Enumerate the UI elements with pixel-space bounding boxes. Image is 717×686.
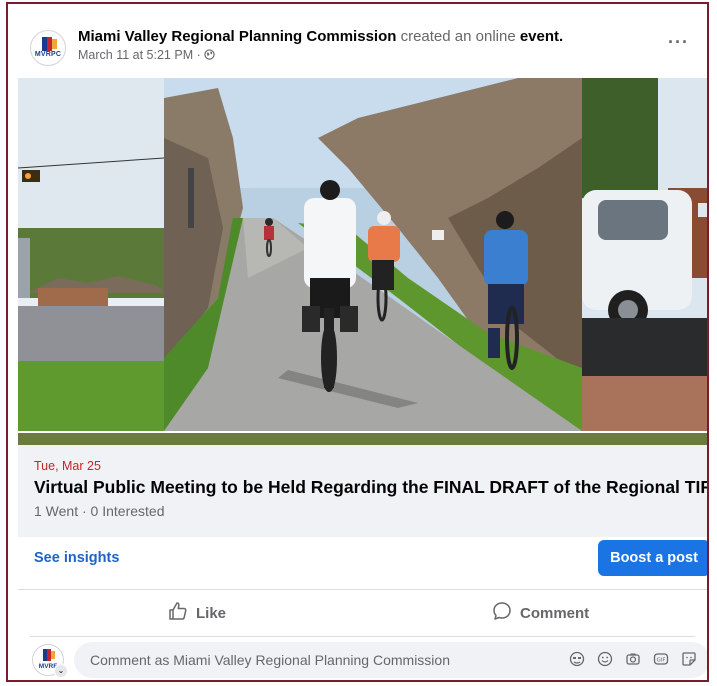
comment-button[interactable]: Comment: [492, 590, 589, 636]
event-stats: 1 Went · 0 Interested: [34, 503, 165, 519]
globe-icon: [204, 48, 215, 62]
camera-icon[interactable]: [624, 650, 642, 668]
emoji-icon[interactable]: [596, 650, 614, 668]
mvrpc-logo-mark: [43, 649, 55, 661]
event-info[interactable]: Tue, Mar 25 Virtual Public Meeting to be…: [18, 445, 707, 537]
action-object[interactable]: event.: [520, 28, 563, 45]
svg-text:GIF: GIF: [656, 657, 665, 663]
chevron-down-icon[interactable]: ⌄: [54, 664, 68, 678]
comment-input[interactable]: Comment as Miami Valley Regional Plannin…: [74, 642, 707, 678]
post-timestamp-line: March 11 at 5:21 PM ·: [78, 48, 215, 62]
sticker-icon[interactable]: [680, 650, 698, 668]
post-author-line: Miami Valley Regional Planning Commissio…: [78, 28, 563, 46]
comment-bubble-icon: [492, 601, 512, 625]
action-text: created an online: [400, 28, 516, 45]
post-timestamp[interactable]: March 11 at 5:21 PM: [78, 48, 193, 62]
avatar-sticker-icon[interactable]: [568, 650, 586, 668]
event-cover-photo[interactable]: [18, 78, 707, 431]
post-frame: MVRPC Miami Valley Regional Planning Com…: [6, 2, 709, 682]
more-options-icon[interactable]: ···: [668, 32, 689, 53]
comment-placeholder: Comment as Miami Valley Regional Plannin…: [90, 652, 450, 668]
post-header: MVRPC Miami Valley Regional Planning Com…: [18, 14, 707, 78]
see-insights-link[interactable]: See insights: [34, 550, 119, 566]
logo-text: MVRPC: [34, 51, 62, 58]
post-actions: Like Comment: [18, 590, 707, 636]
author-name[interactable]: Miami Valley Regional Planning Commissio…: [78, 28, 396, 45]
page-avatar[interactable]: MVRPC: [30, 30, 66, 66]
like-button[interactable]: Like: [168, 590, 226, 636]
mvrpc-logo-mark: [42, 37, 57, 51]
composer-icons: GIF: [568, 650, 698, 668]
cover-accent-band: [18, 433, 707, 445]
divider: [30, 636, 695, 637]
like-label: Like: [196, 604, 227, 622]
comment-label: Comment: [520, 604, 590, 622]
facebook-post-card: MVRPC Miami Valley Regional Planning Com…: [18, 14, 707, 680]
cover-image-illustration: [18, 78, 707, 431]
thumbs-up-icon: [168, 601, 188, 625]
event-title[interactable]: Virtual Public Meeting to be Held Regard…: [34, 477, 707, 498]
gif-icon[interactable]: GIF: [652, 650, 670, 668]
event-date: Tue, Mar 25: [34, 459, 101, 473]
boost-post-button[interactable]: Boost a post: [598, 540, 707, 576]
